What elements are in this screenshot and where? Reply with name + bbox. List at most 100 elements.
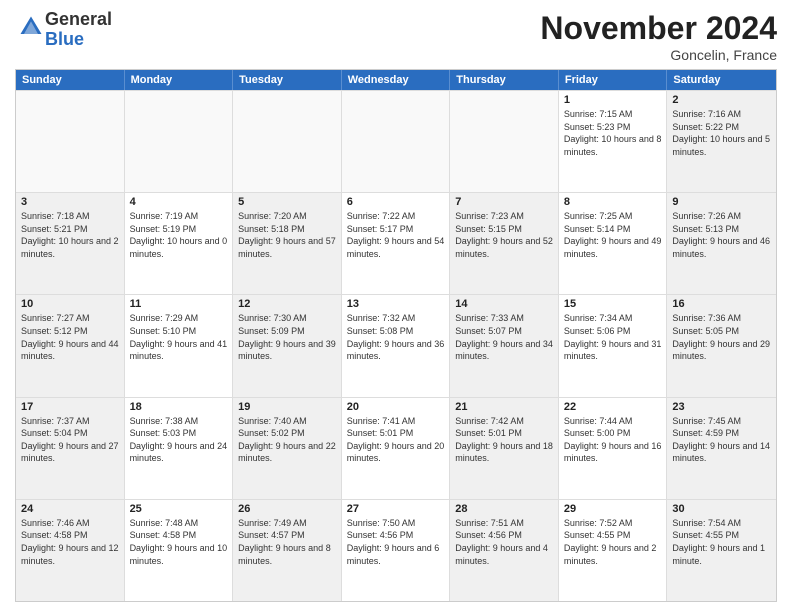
day-info: Sunrise: 7:42 AM Sunset: 5:01 PM Dayligh… bbox=[455, 415, 553, 465]
day-info: Sunrise: 7:33 AM Sunset: 5:07 PM Dayligh… bbox=[455, 312, 553, 362]
day-cell-21: 21 Sunrise: 7:42 AM Sunset: 5:01 PM Dayli… bbox=[450, 398, 559, 499]
empty-cell bbox=[450, 91, 559, 192]
day-cell-18: 18Sunrise: 7:38 AM Sunset: 5:03 PM Dayli… bbox=[125, 398, 234, 499]
day-cell-30: 30 Sunrise: 7:54 AM Sunset: 4:55 PM Dayli… bbox=[667, 500, 776, 601]
day-info: Sunrise: 7:54 AM Sunset: 4:55 PM Dayligh… bbox=[672, 517, 771, 567]
day-info: Sunrise: 7:37 AM Sunset: 5:04 PM Dayligh… bbox=[21, 415, 119, 465]
day-cell-1: 1 Sunrise: 7:15 AM Sunset: 5:23 PM Daylig… bbox=[559, 91, 668, 192]
day-number: 20 bbox=[347, 401, 445, 413]
logo: General Blue bbox=[15, 10, 112, 50]
day-number: 29 bbox=[564, 503, 662, 515]
header-day-monday: Monday bbox=[125, 70, 234, 90]
day-cell-23: 23 Sunrise: 7:45 AM Sunset: 4:59 PM Dayli… bbox=[667, 398, 776, 499]
day-number: 23 bbox=[672, 401, 771, 413]
calendar-header: SundayMondayTuesdayWednesdayThursdayFrid… bbox=[16, 70, 776, 90]
empty-cell bbox=[342, 91, 451, 192]
day-info: Sunrise: 7:50 AM Sunset: 4:56 PM Dayligh… bbox=[347, 517, 445, 567]
day-cell-19: 19 Sunrise: 7:40 AM Sunset: 5:02 PM Dayli… bbox=[233, 398, 342, 499]
day-number: 7 bbox=[455, 196, 553, 208]
day-info: Sunrise: 7:18 AM Sunset: 5:21 PM Dayligh… bbox=[21, 210, 119, 260]
day-number: 27 bbox=[347, 503, 445, 515]
day-number: 22 bbox=[564, 401, 662, 413]
day-cell-13: 13 Sunrise: 7:32 AM Sunset: 5:08 PM Dayli… bbox=[342, 295, 451, 396]
day-number: 1 bbox=[564, 94, 662, 106]
month-title: November 2024 bbox=[540, 10, 777, 47]
day-number: 13 bbox=[347, 298, 445, 310]
day-cell-25: 25 Sunrise: 7:48 AM Sunset: 4:58 PM Dayli… bbox=[125, 500, 234, 601]
day-cell-3: 3 Sunrise: 7:18 AM Sunset: 5:21 PM Daylig… bbox=[16, 193, 125, 294]
day-cell-8: 8 Sunrise: 7:25 AM Sunset: 5:14 PM Daylig… bbox=[559, 193, 668, 294]
calendar-row-3: 17 Sunrise: 7:37 AM Sunset: 5:04 PM Dayli… bbox=[16, 397, 776, 499]
day-cell-24: 24Sunrise: 7:46 AM Sunset: 4:58 PM Dayli… bbox=[16, 500, 125, 601]
day-number: 17 bbox=[21, 401, 119, 413]
day-cell-28: 28 Sunrise: 7:51 AM Sunset: 4:56 PM Dayli… bbox=[450, 500, 559, 601]
logo-icon bbox=[17, 13, 45, 41]
day-cell-7: 7 Sunrise: 7:23 AM Sunset: 5:15 PM Daylig… bbox=[450, 193, 559, 294]
calendar-body: 1 Sunrise: 7:15 AM Sunset: 5:23 PM Daylig… bbox=[16, 90, 776, 601]
day-info: Sunrise: 7:25 AM Sunset: 5:14 PM Dayligh… bbox=[564, 210, 662, 260]
day-cell-10: 10Sunrise: 7:27 AM Sunset: 5:12 PM Dayli… bbox=[16, 295, 125, 396]
day-number: 16 bbox=[672, 298, 771, 310]
day-info: Sunrise: 7:32 AM Sunset: 5:08 PM Dayligh… bbox=[347, 312, 445, 362]
day-cell-5: 5Sunrise: 7:20 AM Sunset: 5:18 PM Daylig… bbox=[233, 193, 342, 294]
header: General Blue November 2024 Goncelin, Fra… bbox=[15, 10, 777, 63]
logo-text: General Blue bbox=[45, 10, 112, 50]
day-cell-15: 15Sunrise: 7:34 AM Sunset: 5:06 PM Dayli… bbox=[559, 295, 668, 396]
day-number: 25 bbox=[130, 503, 228, 515]
day-number: 5 bbox=[238, 196, 336, 208]
day-number: 19 bbox=[238, 401, 336, 413]
calendar-row-4: 24Sunrise: 7:46 AM Sunset: 4:58 PM Dayli… bbox=[16, 499, 776, 601]
day-number: 24 bbox=[21, 503, 119, 515]
day-cell-11: 11Sunrise: 7:29 AM Sunset: 5:10 PM Dayli… bbox=[125, 295, 234, 396]
day-info: Sunrise: 7:22 AM Sunset: 5:17 PM Dayligh… bbox=[347, 210, 445, 260]
day-info: Sunrise: 7:40 AM Sunset: 5:02 PM Dayligh… bbox=[238, 415, 336, 465]
day-info: Sunrise: 7:23 AM Sunset: 5:15 PM Dayligh… bbox=[455, 210, 553, 260]
day-number: 12 bbox=[238, 298, 336, 310]
day-info: Sunrise: 7:45 AM Sunset: 4:59 PM Dayligh… bbox=[672, 415, 771, 465]
day-info: Sunrise: 7:27 AM Sunset: 5:12 PM Dayligh… bbox=[21, 312, 119, 362]
day-info: Sunrise: 7:49 AM Sunset: 4:57 PM Dayligh… bbox=[238, 517, 336, 567]
day-cell-17: 17 Sunrise: 7:37 AM Sunset: 5:04 PM Dayli… bbox=[16, 398, 125, 499]
header-day-sunday: Sunday bbox=[16, 70, 125, 90]
day-cell-27: 27 Sunrise: 7:50 AM Sunset: 4:56 PM Dayli… bbox=[342, 500, 451, 601]
day-info: Sunrise: 7:44 AM Sunset: 5:00 PM Dayligh… bbox=[564, 415, 662, 465]
day-number: 4 bbox=[130, 196, 228, 208]
day-number: 15 bbox=[564, 298, 662, 310]
day-info: Sunrise: 7:36 AM Sunset: 5:05 PM Dayligh… bbox=[672, 312, 771, 362]
day-info: Sunrise: 7:30 AM Sunset: 5:09 PM Dayligh… bbox=[238, 312, 336, 362]
title-block: November 2024 Goncelin, France bbox=[540, 10, 777, 63]
day-info: Sunrise: 7:41 AM Sunset: 5:01 PM Dayligh… bbox=[347, 415, 445, 465]
day-number: 9 bbox=[672, 196, 771, 208]
day-cell-14: 14Sunrise: 7:33 AM Sunset: 5:07 PM Dayli… bbox=[450, 295, 559, 396]
logo-blue: Blue bbox=[45, 29, 84, 49]
day-info: Sunrise: 7:51 AM Sunset: 4:56 PM Dayligh… bbox=[455, 517, 553, 567]
day-cell-6: 6 Sunrise: 7:22 AM Sunset: 5:17 PM Daylig… bbox=[342, 193, 451, 294]
day-number: 6 bbox=[347, 196, 445, 208]
day-cell-4: 4Sunrise: 7:19 AM Sunset: 5:19 PM Daylig… bbox=[125, 193, 234, 294]
location: Goncelin, France bbox=[540, 47, 777, 63]
empty-cell bbox=[233, 91, 342, 192]
day-cell-16: 16 Sunrise: 7:36 AM Sunset: 5:05 PM Dayli… bbox=[667, 295, 776, 396]
day-number: 8 bbox=[564, 196, 662, 208]
day-info: Sunrise: 7:15 AM Sunset: 5:23 PM Dayligh… bbox=[564, 108, 662, 158]
day-cell-12: 12 Sunrise: 7:30 AM Sunset: 5:09 PM Dayli… bbox=[233, 295, 342, 396]
calendar: SundayMondayTuesdayWednesdayThursdayFrid… bbox=[15, 69, 777, 602]
day-cell-29: 29Sunrise: 7:52 AM Sunset: 4:55 PM Dayli… bbox=[559, 500, 668, 601]
day-number: 11 bbox=[130, 298, 228, 310]
day-number: 30 bbox=[672, 503, 771, 515]
day-info: Sunrise: 7:38 AM Sunset: 5:03 PM Dayligh… bbox=[130, 415, 228, 465]
day-info: Sunrise: 7:48 AM Sunset: 4:58 PM Dayligh… bbox=[130, 517, 228, 567]
day-info: Sunrise: 7:26 AM Sunset: 5:13 PM Dayligh… bbox=[672, 210, 771, 260]
empty-cell bbox=[16, 91, 125, 192]
day-number: 28 bbox=[455, 503, 553, 515]
page: General Blue November 2024 Goncelin, Fra… bbox=[0, 0, 792, 612]
header-day-tuesday: Tuesday bbox=[233, 70, 342, 90]
header-day-wednesday: Wednesday bbox=[342, 70, 451, 90]
header-day-saturday: Saturday bbox=[667, 70, 776, 90]
calendar-row-0: 1 Sunrise: 7:15 AM Sunset: 5:23 PM Daylig… bbox=[16, 90, 776, 192]
day-number: 3 bbox=[21, 196, 119, 208]
day-number: 21 bbox=[455, 401, 553, 413]
day-cell-26: 26 Sunrise: 7:49 AM Sunset: 4:57 PM Dayli… bbox=[233, 500, 342, 601]
day-number: 26 bbox=[238, 503, 336, 515]
day-number: 2 bbox=[672, 94, 771, 106]
